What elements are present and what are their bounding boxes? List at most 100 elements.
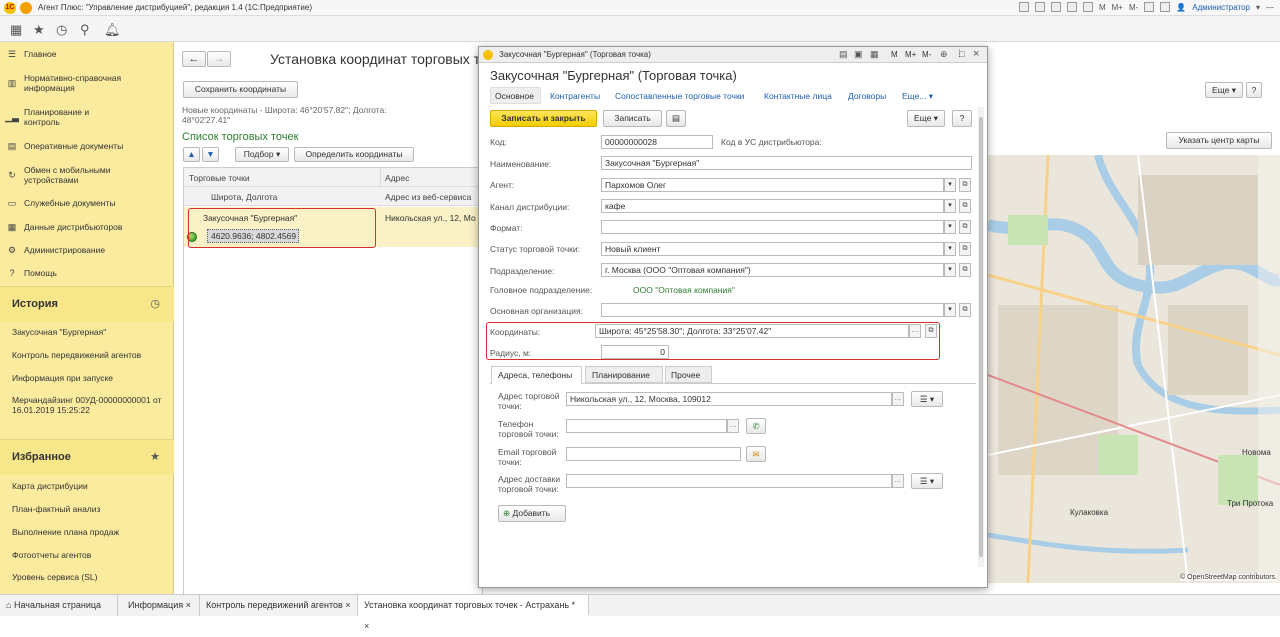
address-select-icon[interactable]: …	[892, 392, 904, 406]
map[interactable]: Кулаковка Новома Три Протока © OpenStree…	[988, 155, 1280, 583]
zoom-icon[interactable]: ⊕	[940, 49, 948, 60]
memory-m-button[interactable]: M	[891, 50, 898, 59]
tab-contacts[interactable]: Контактные лица	[764, 91, 832, 101]
channel-dropdown-icon[interactable]: ▾	[944, 199, 956, 213]
forward-button[interactable]: →	[207, 51, 231, 67]
sidebar-item-distributor-data[interactable]: ▦ Данные дистрибьюторов	[0, 220, 174, 234]
sidebar-item-main[interactable]: ☰ Главное	[0, 47, 174, 61]
division-open-icon[interactable]: ⧉	[959, 263, 971, 277]
tab-home[interactable]: ⌂ Начальная страница	[0, 595, 118, 616]
status-field[interactable]: Новый клиент	[601, 242, 944, 256]
save-button[interactable]: Записать	[603, 110, 662, 127]
org-field[interactable]	[601, 303, 944, 317]
favorites-item[interactable]: Фотоотчеты агентов	[12, 550, 167, 560]
memory-mminus-button[interactable]: M-	[922, 50, 931, 59]
history-item[interactable]: Мерчандайзинг 00УД-00000000001 от 16.01.…	[12, 395, 162, 415]
map-attribution[interactable]: © OpenStreetMap contributors.	[1180, 574, 1277, 581]
agent-open-icon[interactable]: ⧉	[959, 178, 971, 192]
save-coordinates-button[interactable]: Сохранить координаты	[183, 81, 298, 98]
status-dropdown-icon[interactable]: ▾	[944, 242, 956, 256]
format-field[interactable]	[601, 220, 944, 234]
determine-coordinates-button[interactable]: Определить координаты	[294, 147, 414, 162]
memory-mminus-button[interactable]: M-	[1129, 3, 1138, 12]
print-icon[interactable]: ▤	[839, 49, 848, 60]
sidebar-item-help[interactable]: ? Помощь	[0, 266, 174, 280]
minimize-icon[interactable]: —	[1266, 3, 1274, 12]
status-open-icon[interactable]: ⧉	[959, 242, 971, 256]
delivery-menu-button[interactable]: ☰ ▾	[911, 473, 943, 489]
division-field[interactable]: г. Москва (ООО "Оптовая компания")	[601, 263, 944, 277]
favorites-item[interactable]: Выполнение плана продаж	[12, 527, 167, 537]
channel-field[interactable]: кафе	[601, 199, 944, 213]
memory-mplus-button[interactable]: M+	[1112, 3, 1123, 12]
email-field[interactable]	[566, 447, 741, 461]
delivery-select-icon[interactable]: …	[892, 474, 904, 488]
move-down-button[interactable]: ▼	[202, 147, 219, 162]
sidebar-item-reference[interactable]: ▥ Нормативно-справочная информация	[0, 71, 174, 95]
favorites-star-icon[interactable]: ★	[33, 22, 45, 38]
user-name[interactable]: Администратор	[1192, 3, 1250, 12]
memory-m-button[interactable]: M	[1099, 3, 1106, 12]
org-open-icon[interactable]: ⧉	[959, 303, 971, 317]
history-item[interactable]: Информация при запуске	[12, 373, 167, 383]
tab-counterparties[interactable]: Контрагенты	[550, 91, 600, 101]
agent-field[interactable]: Пархомов Олег	[601, 178, 944, 192]
sections-grid-icon[interactable]: ▦	[10, 22, 22, 38]
favorites-item[interactable]: Уровень сервиса (SL)	[12, 572, 167, 582]
close-icon[interactable]: ×	[973, 48, 979, 60]
favorites-star-icon[interactable]: ★	[150, 450, 160, 463]
tab-agent-control[interactable]: Контроль передвижений агентов ×	[200, 595, 358, 616]
info-icon[interactable]	[1160, 2, 1171, 12]
help-button[interactable]: ?	[1246, 82, 1262, 98]
history-icon[interactable]: ◷	[56, 22, 67, 38]
delivery-field[interactable]	[566, 474, 892, 488]
col-points-header[interactable]: Торговые точки	[189, 173, 250, 183]
tab-contracts[interactable]: Договоры	[848, 91, 886, 101]
history-item[interactable]: Закусочная "Бургерная"	[12, 327, 167, 337]
print-icon[interactable]	[1018, 2, 1029, 12]
address-menu-button[interactable]: ☰ ▾	[911, 391, 943, 407]
col-address-header[interactable]: Адрес	[385, 173, 409, 183]
col-webaddr-header[interactable]: Адрес из веб-сервиса	[385, 192, 471, 202]
map-center-button[interactable]: Указать центр карты	[1166, 132, 1272, 149]
save-icon[interactable]	[1034, 2, 1045, 12]
move-up-button[interactable]: ▲	[183, 147, 200, 162]
more-button[interactable]: Еще ▾	[1205, 82, 1243, 98]
division-dropdown-icon[interactable]: ▾	[944, 263, 956, 277]
close-icon[interactable]: ×	[364, 621, 369, 631]
modal-help-button[interactable]: ?	[952, 110, 972, 127]
calendar-icon[interactable]: ▦	[870, 49, 879, 60]
format-open-icon[interactable]: ⧉	[959, 220, 971, 234]
save-icon[interactable]: ▣	[854, 49, 863, 60]
tab-information[interactable]: Информация ×	[122, 595, 200, 616]
sidebar-item-service-docs[interactable]: ▭ Служебные документы	[0, 196, 174, 210]
sidebar-item-operational-docs[interactable]: ▤ Оперативные документы	[0, 139, 174, 153]
phone-call-icon[interactable]: ✆	[746, 418, 766, 434]
history-clock-icon[interactable]: ◷	[150, 297, 160, 310]
phone-select-icon[interactable]: …	[727, 419, 739, 433]
modal-scrollbar-thumb[interactable]	[979, 117, 983, 557]
calc-icon[interactable]	[1066, 2, 1077, 12]
select-button[interactable]: Подбор ▾	[235, 147, 289, 162]
col-coords-header[interactable]: Широта, Долгота	[211, 192, 277, 202]
calendar-icon[interactable]	[1082, 2, 1093, 12]
tab-more[interactable]: Еще... ▾	[902, 91, 933, 102]
sidebar-item-planning[interactable]: ▁▃ Планирование и контроль	[0, 105, 174, 129]
tab-set-coordinates[interactable]: Установка координат торговых точек - Аст…	[358, 595, 589, 631]
favorites-item[interactable]: Карта дистрибуции	[12, 481, 167, 491]
main-menu-icon[interactable]	[20, 2, 32, 14]
code-field[interactable]: 00000000028	[601, 135, 713, 149]
phone-field[interactable]	[566, 419, 727, 433]
format-dropdown-icon[interactable]: ▾	[944, 220, 956, 234]
modal-more-button[interactable]: Еще ▾	[907, 110, 945, 127]
save-and-close-button[interactable]: Записать и закрыть	[490, 110, 597, 127]
email-send-icon[interactable]: ✉	[746, 446, 766, 462]
zoom-icon[interactable]	[1144, 2, 1155, 12]
search-icon[interactable]: ⚲	[80, 22, 90, 38]
maximize-icon[interactable]: □	[959, 49, 964, 59]
memory-mplus-button[interactable]: M+	[905, 50, 916, 59]
history-item[interactable]: Контроль передвижений агентов	[12, 350, 167, 360]
name-field[interactable]: Закусочная "Бургерная"	[601, 156, 972, 170]
close-icon[interactable]: ×	[345, 600, 350, 610]
agent-dropdown-icon[interactable]: ▾	[944, 178, 956, 192]
